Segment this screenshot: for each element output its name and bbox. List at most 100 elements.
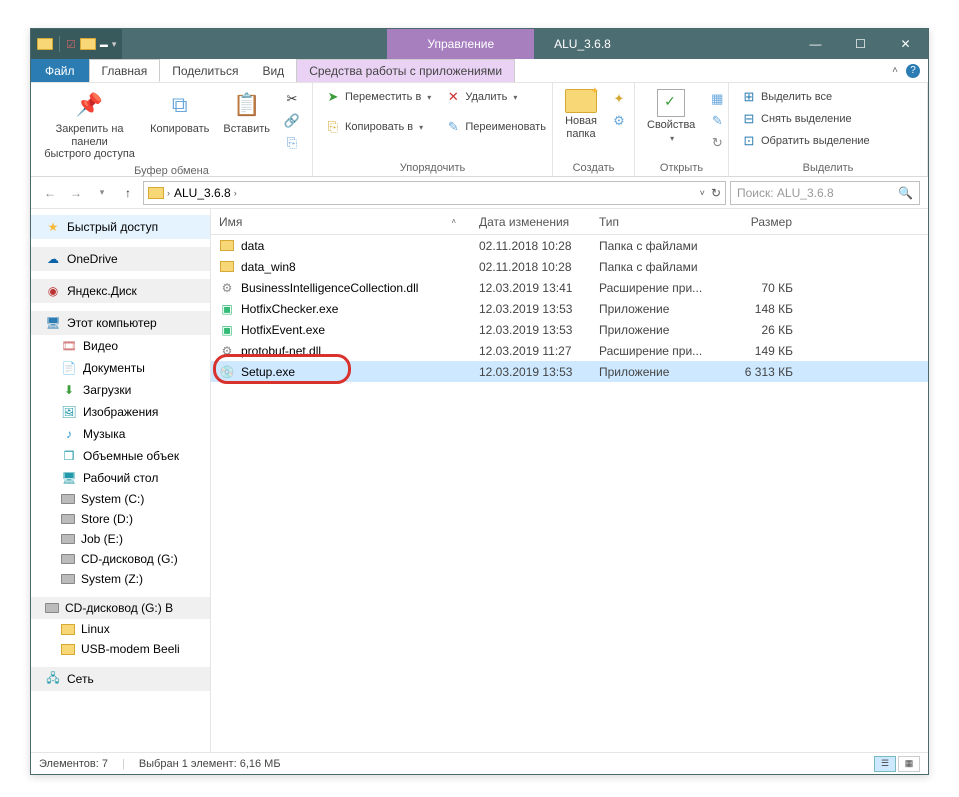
- search-input[interactable]: Поиск: ALU_3.6.8 🔍: [730, 181, 920, 205]
- status-bar: Элементов: 7 | Выбран 1 элемент: 6,16 МБ…: [31, 752, 928, 774]
- sidebar-yandex-disk[interactable]: ◉Яндекс.Диск: [31, 279, 210, 303]
- scissors-icon: ✂: [284, 91, 300, 107]
- file-row[interactable]: data02.11.2018 10:28Папка с файлами: [211, 235, 928, 256]
- paste-button[interactable]: 📋 Вставить: [219, 87, 274, 138]
- tab-home[interactable]: Главная: [89, 59, 161, 82]
- tab-share[interactable]: Поделиться: [160, 59, 250, 82]
- file-row[interactable]: ▣HotfixEvent.exe12.03.2019 13:53Приложен…: [211, 319, 928, 340]
- file-row[interactable]: data_win802.11.2018 10:28Папка с файлами: [211, 256, 928, 277]
- back-button[interactable]: ←: [39, 182, 61, 204]
- details-view-button[interactable]: ☰: [874, 756, 896, 772]
- file-type: Приложение: [591, 323, 721, 337]
- select-all-button[interactable]: ⊞Выделить все: [737, 87, 874, 107]
- file-name: Setup.exe: [241, 365, 295, 379]
- copy-to-button[interactable]: ⎘Копировать в▾: [321, 117, 435, 137]
- pin-to-quick-access-button[interactable]: 📌 Закрепить на панели быстрого доступа: [39, 87, 140, 163]
- easy-access-button[interactable]: ⚙: [607, 111, 631, 131]
- maximize-button[interactable]: ☐: [838, 29, 883, 59]
- column-headers: Имя˄ Дата изменения Тип Размер: [211, 209, 928, 235]
- sidebar-cd-g[interactable]: CD-дисковод (G:): [31, 549, 210, 569]
- folder-icon: [61, 624, 75, 635]
- help-button[interactable]: ?: [906, 64, 920, 78]
- deselect-icon: ⊟: [741, 111, 757, 127]
- paste-shortcut-button[interactable]: ⎘: [280, 133, 304, 153]
- tab-view[interactable]: Вид: [250, 59, 296, 82]
- history-dropdown-icon[interactable]: ˅: [700, 188, 705, 198]
- edit-button[interactable]: ✎: [705, 111, 729, 131]
- open-button[interactable]: ▦: [705, 89, 729, 109]
- sidebar-this-pc[interactable]: 🖥Этот компьютер: [31, 311, 210, 335]
- setup-icon: 💿: [219, 364, 235, 380]
- sidebar-onedrive[interactable]: ☁OneDrive: [31, 247, 210, 271]
- file-row[interactable]: ⚙BusinessIntelligenceCollection.dll12.03…: [211, 277, 928, 298]
- sidebar-drive-c[interactable]: System (C:): [31, 489, 210, 509]
- delete-button[interactable]: ✕Удалить▾: [441, 87, 550, 107]
- sidebar-quick-access[interactable]: ★Быстрый доступ: [31, 215, 210, 239]
- sidebar-cd-g-expanded[interactable]: CD-дисковод (G:) B: [31, 597, 210, 619]
- deselect-button[interactable]: ⊟Снять выделение: [737, 109, 874, 129]
- new-item-button[interactable]: ✦: [607, 89, 631, 109]
- sidebar-desktop[interactable]: 🖥Рабочий стол: [31, 467, 210, 489]
- sidebar-linux[interactable]: Linux: [31, 619, 210, 639]
- file-row[interactable]: ▣HotfixChecker.exe12.03.2019 13:53Прилож…: [211, 298, 928, 319]
- close-button[interactable]: ✕: [883, 29, 928, 59]
- sidebar-usb-modem[interactable]: USB-modem Beeli: [31, 639, 210, 659]
- sidebar-drive-z[interactable]: System (Z:): [31, 569, 210, 589]
- icons-view-button[interactable]: ▦: [898, 756, 920, 772]
- invert-selection-button[interactable]: ⊡Обратить выделение: [737, 131, 874, 151]
- refresh-button[interactable]: ↻: [711, 186, 721, 200]
- file-rows[interactable]: data02.11.2018 10:28Папка с файламиdata_…: [211, 235, 928, 752]
- sidebar-downloads[interactable]: ⬇Загрузки: [31, 379, 210, 401]
- rename-button[interactable]: ✎Переименовать: [441, 117, 550, 137]
- paste-icon: 📋: [231, 89, 263, 121]
- sidebar-music[interactable]: ♪Музыка: [31, 423, 210, 445]
- drive-icon: [61, 494, 75, 504]
- copy-button[interactable]: ⧉ Копировать: [146, 87, 213, 138]
- file-row[interactable]: ⚙protobuf-net.dll12.03.2019 11:27Расшире…: [211, 340, 928, 361]
- file-menu[interactable]: Файл: [31, 59, 89, 82]
- checkbox-icon[interactable]: ☑: [66, 38, 76, 51]
- sidebar-drive-e[interactable]: Job (E:): [31, 529, 210, 549]
- file-row[interactable]: 💿Setup.exe12.03.2019 13:53Приложение6 31…: [211, 361, 928, 382]
- sidebar-documents[interactable]: 📄Документы: [31, 357, 210, 379]
- navigation-pane[interactable]: ★Быстрый доступ ☁OneDrive ◉Яндекс.Диск 🖥…: [31, 209, 211, 752]
- cd-icon: [45, 603, 59, 613]
- file-date: 12.03.2019 13:41: [471, 281, 591, 295]
- copy-path-button[interactable]: 🔗: [280, 111, 304, 131]
- minimize-button[interactable]: —: [793, 29, 838, 59]
- separator: [59, 36, 60, 52]
- breadcrumb-folder[interactable]: ALU_3.6.8: [174, 186, 231, 200]
- exe-icon: ▣: [219, 301, 235, 317]
- recent-locations-button[interactable]: ▾: [91, 182, 113, 204]
- up-button[interactable]: ↑: [117, 182, 139, 204]
- window-title: ALU_3.6.8: [534, 37, 611, 51]
- address-bar[interactable]: › ALU_3.6.8› ˅ ↻: [143, 181, 726, 205]
- column-header-name[interactable]: Имя˄: [211, 215, 471, 229]
- caret-down-icon[interactable]: ▾: [112, 39, 117, 50]
- select-all-icon: ⊞: [741, 89, 757, 105]
- chevron-up-icon[interactable]: ˄: [892, 65, 898, 76]
- sidebar-videos[interactable]: 🎞Видео: [31, 335, 210, 357]
- file-size: 6 313 КБ: [721, 365, 801, 379]
- sidebar-network[interactable]: 🖧Сеть: [31, 667, 210, 691]
- new-folder-button[interactable]: Новая папка: [561, 87, 601, 142]
- disk-icon: ◉: [45, 283, 61, 299]
- folder-icon[interactable]: [80, 38, 96, 50]
- history-button[interactable]: ↻: [705, 133, 729, 153]
- desktop-icon: 🖥: [61, 470, 77, 486]
- forward-button[interactable]: →: [65, 182, 87, 204]
- move-to-button[interactable]: ➤Переместить в▾: [321, 87, 435, 107]
- download-icon: ⬇: [61, 382, 77, 398]
- group-label-select: Выделить: [737, 160, 919, 174]
- cut-button[interactable]: ✂: [280, 89, 304, 109]
- sidebar-drive-d[interactable]: Store (D:): [31, 509, 210, 529]
- tab-app-tools[interactable]: Средства работы с приложениями: [296, 59, 515, 82]
- sidebar-3d-objects[interactable]: ❒Объемные объек: [31, 445, 210, 467]
- column-header-size[interactable]: Размер: [721, 215, 801, 229]
- file-name: HotfixEvent.exe: [241, 323, 325, 337]
- sidebar-pictures[interactable]: 🖼Изображения: [31, 401, 210, 423]
- properties-button[interactable]: Свойства ▾: [643, 87, 699, 145]
- column-header-date[interactable]: Дата изменения: [471, 215, 591, 229]
- column-header-type[interactable]: Тип: [591, 215, 721, 229]
- file-date: 12.03.2019 13:53: [471, 302, 591, 316]
